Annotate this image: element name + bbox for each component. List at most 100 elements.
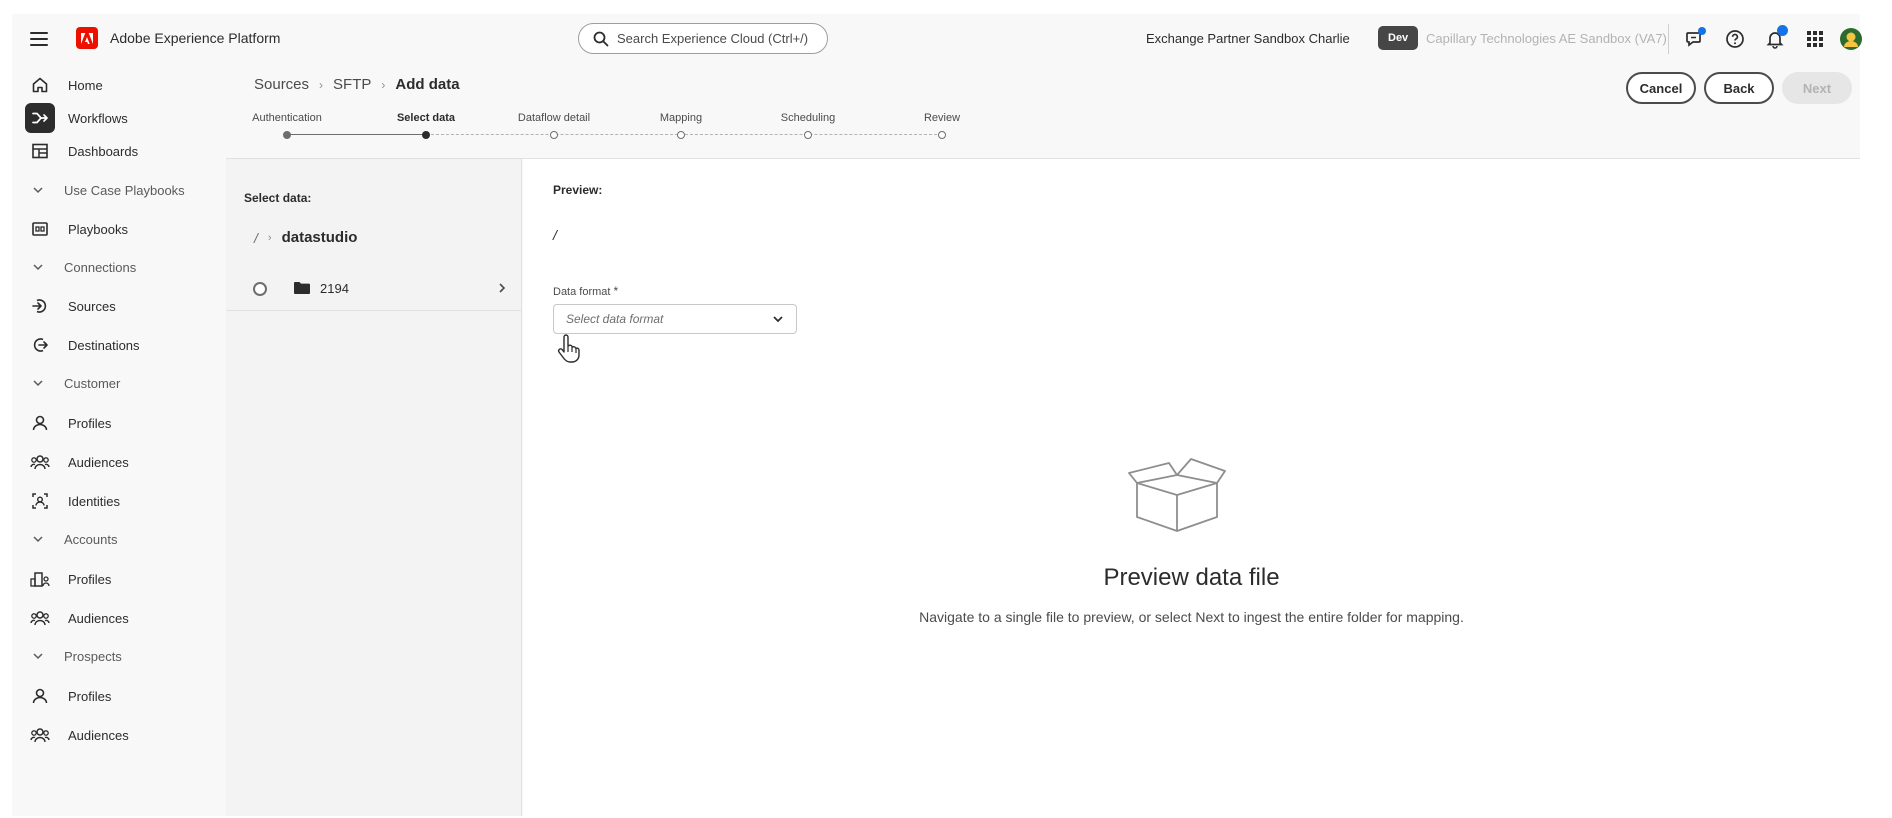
app-window: Adobe Experience Platform Exchange Partn…	[12, 14, 1862, 816]
folder-name[interactable]: 2194	[320, 281, 349, 296]
sidebar-item-identities[interactable]: Identities	[20, 485, 220, 517]
step-dot-current	[422, 131, 430, 139]
dashboards-icon	[30, 141, 50, 161]
section-customer[interactable]: Customer	[20, 368, 220, 398]
top-bar: Adobe Experience Platform Exchange Partn…	[12, 14, 1862, 64]
section-use-case-playbooks[interactable]: Use Case Playbooks	[20, 175, 220, 205]
sidebar-item-prospect-audiences[interactable]: Audiences	[20, 719, 220, 751]
breadcrumb-separator: ›	[381, 77, 386, 92]
step-review: Review	[923, 112, 961, 124]
sources-icon	[30, 296, 50, 316]
identities-icon	[30, 491, 50, 511]
audiences-icon	[30, 725, 50, 745]
apps-grid-icon[interactable]	[1802, 26, 1828, 52]
preview-path: /	[553, 227, 557, 243]
audiences-icon	[30, 608, 50, 628]
current-folder: datastudio	[281, 229, 358, 246]
data-format-label-text: Data format	[553, 286, 611, 298]
divider	[1668, 24, 1669, 54]
sidebar-item-playbooks[interactable]: Playbooks	[20, 213, 220, 245]
data-format-placeholder: Select data format	[566, 312, 664, 326]
empty-state-description: Navigate to a single file to preview, or…	[919, 609, 1464, 625]
breadcrumb-sources[interactable]: Sources	[254, 76, 309, 93]
env-badge: Dev	[1378, 26, 1419, 50]
chevron-down-icon	[33, 264, 43, 271]
step-dot-pending	[938, 131, 946, 139]
breadcrumb-sftp[interactable]: SFTP	[333, 76, 371, 93]
sidebar-item-customer-audiences[interactable]: Audiences	[20, 446, 220, 478]
sidebar: Home Workflows Dashboards Use Case Playb…	[12, 64, 226, 816]
notification-dot	[1777, 25, 1788, 36]
destinations-icon	[30, 335, 50, 355]
step-scheduling: Scheduling	[780, 112, 836, 124]
sidebar-item-account-audiences[interactable]: Audiences	[20, 602, 220, 634]
path-separator: ›	[267, 231, 272, 244]
brand[interactable]: Adobe Experience Platform	[76, 27, 280, 49]
chevron-down-icon	[33, 536, 43, 543]
sidebar-item-dashboards[interactable]: Dashboards	[20, 135, 220, 167]
adobe-logo-icon	[76, 27, 98, 49]
main-content: Sources › SFTP › Add data Cancel Back Ne…	[226, 64, 1860, 816]
org-switcher[interactable]: Exchange Partner Sandbox Charlie	[1146, 31, 1350, 46]
step-connector-done	[287, 134, 426, 135]
global-search[interactable]	[578, 23, 828, 54]
empty-state-title: Preview data file	[1103, 564, 1280, 591]
breadcrumb-separator: ›	[319, 77, 324, 92]
step-dataflow-detail: Dataflow detail	[517, 112, 591, 124]
notification-dot	[1698, 27, 1706, 35]
section-connections[interactable]: Connections	[20, 252, 220, 282]
sidebar-item-destinations[interactable]: Destinations	[20, 329, 220, 361]
sidebar-item-customer-profiles[interactable]: Profiles	[20, 407, 220, 439]
home-icon	[30, 75, 50, 95]
chevron-down-icon	[33, 187, 43, 194]
sandbox-switcher[interactable]: Capillary Technologies AE Sandbox (VA7)	[1426, 31, 1667, 46]
next-button[interactable]: Next	[1782, 72, 1852, 104]
folder-icon	[294, 282, 310, 294]
notifications-icon[interactable]	[1762, 25, 1788, 52]
step-authentication: Authentication	[252, 112, 322, 124]
sidebar-item-workflows[interactable]: Workflows	[20, 102, 220, 134]
app-name: Adobe Experience Platform	[110, 30, 281, 46]
select-data-title: Select data:	[244, 191, 312, 205]
path-root-link[interactable]: /	[254, 230, 258, 246]
audiences-icon	[30, 452, 50, 472]
user-avatar[interactable]	[1838, 26, 1864, 52]
preview-title: Preview:	[553, 183, 603, 197]
menu-icon[interactable]	[30, 29, 48, 49]
sidebar-item-account-profiles[interactable]: Profiles	[20, 563, 220, 595]
sidebar-item-home[interactable]: Home	[20, 69, 220, 101]
step-select-data: Select data	[396, 112, 456, 124]
empty-box-icon	[1128, 458, 1226, 532]
sidebar-item-prospect-profiles[interactable]: Profiles	[20, 680, 220, 712]
breadcrumb: Sources › SFTP › Add data	[254, 76, 460, 93]
data-format-label: Data format *	[553, 284, 618, 298]
preview-panel: Preview: / Data format * Select data for…	[523, 159, 1860, 816]
step-dot-done	[283, 131, 291, 139]
list-item[interactable]: 2194	[226, 267, 522, 311]
profile-icon	[30, 686, 50, 706]
profile-icon	[30, 413, 50, 433]
folder-radio[interactable]	[253, 281, 267, 296]
section-prospects[interactable]: Prospects	[20, 641, 220, 671]
select-data-panel: Select data: / › datastudio 2194	[226, 159, 522, 816]
sidebar-item-sources[interactable]: Sources	[20, 290, 220, 322]
search-input[interactable]	[617, 31, 817, 46]
page-title: Add data	[395, 76, 460, 93]
step-dot-pending	[804, 131, 812, 139]
step-dot-pending	[677, 131, 685, 139]
wizard-stepper: Authentication Select data Dataflow deta…	[252, 112, 1016, 152]
chevron-right-icon[interactable]	[492, 278, 512, 298]
cancel-button[interactable]: Cancel	[1626, 72, 1696, 104]
search-icon	[593, 31, 609, 46]
back-button[interactable]: Back	[1704, 72, 1774, 104]
account-profiles-icon	[30, 569, 50, 589]
chevron-down-icon	[33, 380, 43, 387]
feedback-icon[interactable]	[1682, 26, 1708, 52]
playbooks-icon	[30, 219, 50, 239]
hand-cursor-icon	[557, 334, 580, 363]
chevron-down-icon	[33, 653, 43, 660]
section-accounts[interactable]: Accounts	[20, 524, 220, 554]
required-marker: *	[613, 284, 619, 298]
data-format-select[interactable]: Select data format	[553, 304, 797, 334]
help-icon[interactable]	[1722, 26, 1748, 52]
